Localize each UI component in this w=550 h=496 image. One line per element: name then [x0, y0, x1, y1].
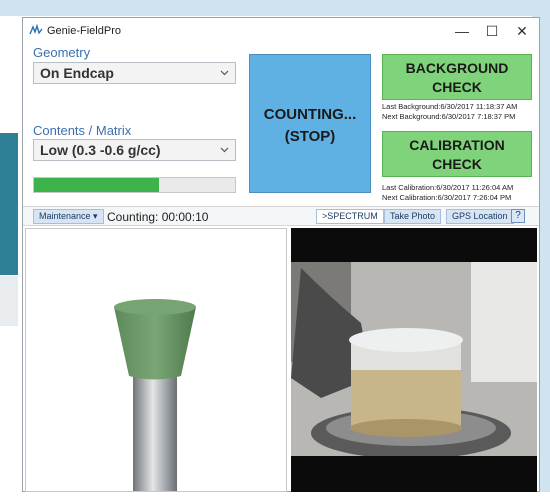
- maximize-button[interactable]: ☐: [475, 20, 509, 42]
- contents-label: Contents / Matrix: [33, 123, 132, 138]
- counting-stop-button[interactable]: COUNTING... (STOP): [249, 54, 371, 193]
- progress-fill: [34, 178, 159, 192]
- title-bar: Genie-FieldPro — ☐ ✕: [23, 18, 539, 44]
- last-background-text: Last Background:6/30/2017 11:18:37 AM: [382, 102, 518, 111]
- sample-photo: [291, 228, 537, 492]
- contents-select[interactable]: Low (0.3 -0.6 g/cc): [33, 139, 236, 161]
- counting-label: COUNTING...: [263, 106, 357, 123]
- chevron-down-icon: [220, 147, 229, 153]
- stop-label: (STOP): [284, 128, 336, 145]
- app-window: Genie-FieldPro — ☐ ✕ Geometry On Endcap …: [22, 17, 540, 493]
- maximize-icon: ☐: [485, 22, 499, 39]
- geometry-value: On Endcap: [40, 65, 114, 81]
- count-progress-bar: [33, 177, 236, 193]
- background-left-panel: [0, 133, 18, 275]
- close-icon: ✕: [516, 22, 528, 39]
- background-check-button[interactable]: BACKGROUND CHECK: [382, 54, 532, 100]
- counting-timer: Counting: 00:00:10: [107, 210, 209, 224]
- help-button[interactable]: ?: [511, 209, 525, 223]
- close-button[interactable]: ✕: [505, 20, 539, 42]
- contents-value: Low (0.3 -0.6 g/cc): [40, 142, 161, 158]
- app-icon: [29, 24, 43, 35]
- minimize-icon: —: [455, 23, 469, 39]
- last-calibration-text: Last Calibration:6/30/2017 11:26:04 AM: [382, 183, 514, 192]
- detector-endcap-illustration: [114, 299, 196, 493]
- camera-photo-view: [291, 228, 537, 492]
- calibration-check-button[interactable]: CALIBRATION CHECK: [382, 131, 532, 177]
- gps-location-button[interactable]: GPS Location: [446, 209, 514, 224]
- background-check-line1: BACKGROUND: [405, 60, 509, 76]
- geometry-3d-view: [25, 228, 287, 493]
- next-calibration-text: Next Calibration:6/30/2017 7:26:04 PM: [382, 193, 512, 202]
- next-background-text: Next Background:6/30/2017 7:18:37 PM: [382, 112, 516, 121]
- take-photo-button[interactable]: Take Photo: [384, 209, 442, 224]
- chevron-down-icon: [220, 70, 229, 76]
- minimize-button[interactable]: —: [445, 20, 479, 42]
- window-title: Genie-FieldPro: [47, 25, 121, 37]
- geometry-select[interactable]: On Endcap: [33, 62, 236, 84]
- geometry-label: Geometry: [33, 45, 91, 60]
- calibration-check-line1: CALIBRATION: [409, 137, 505, 153]
- toolbar: Maintenance ▾ Counting: 00:00:10 >SPECTR…: [23, 206, 539, 226]
- spectrum-button[interactable]: >SPECTRUM: [316, 209, 384, 224]
- maintenance-menu-button[interactable]: Maintenance ▾: [33, 209, 104, 224]
- calibration-check-line2: CHECK: [432, 156, 482, 172]
- background-top: [0, 0, 550, 16]
- background-check-line2: CHECK: [432, 79, 482, 95]
- background-left-gray: [0, 276, 18, 326]
